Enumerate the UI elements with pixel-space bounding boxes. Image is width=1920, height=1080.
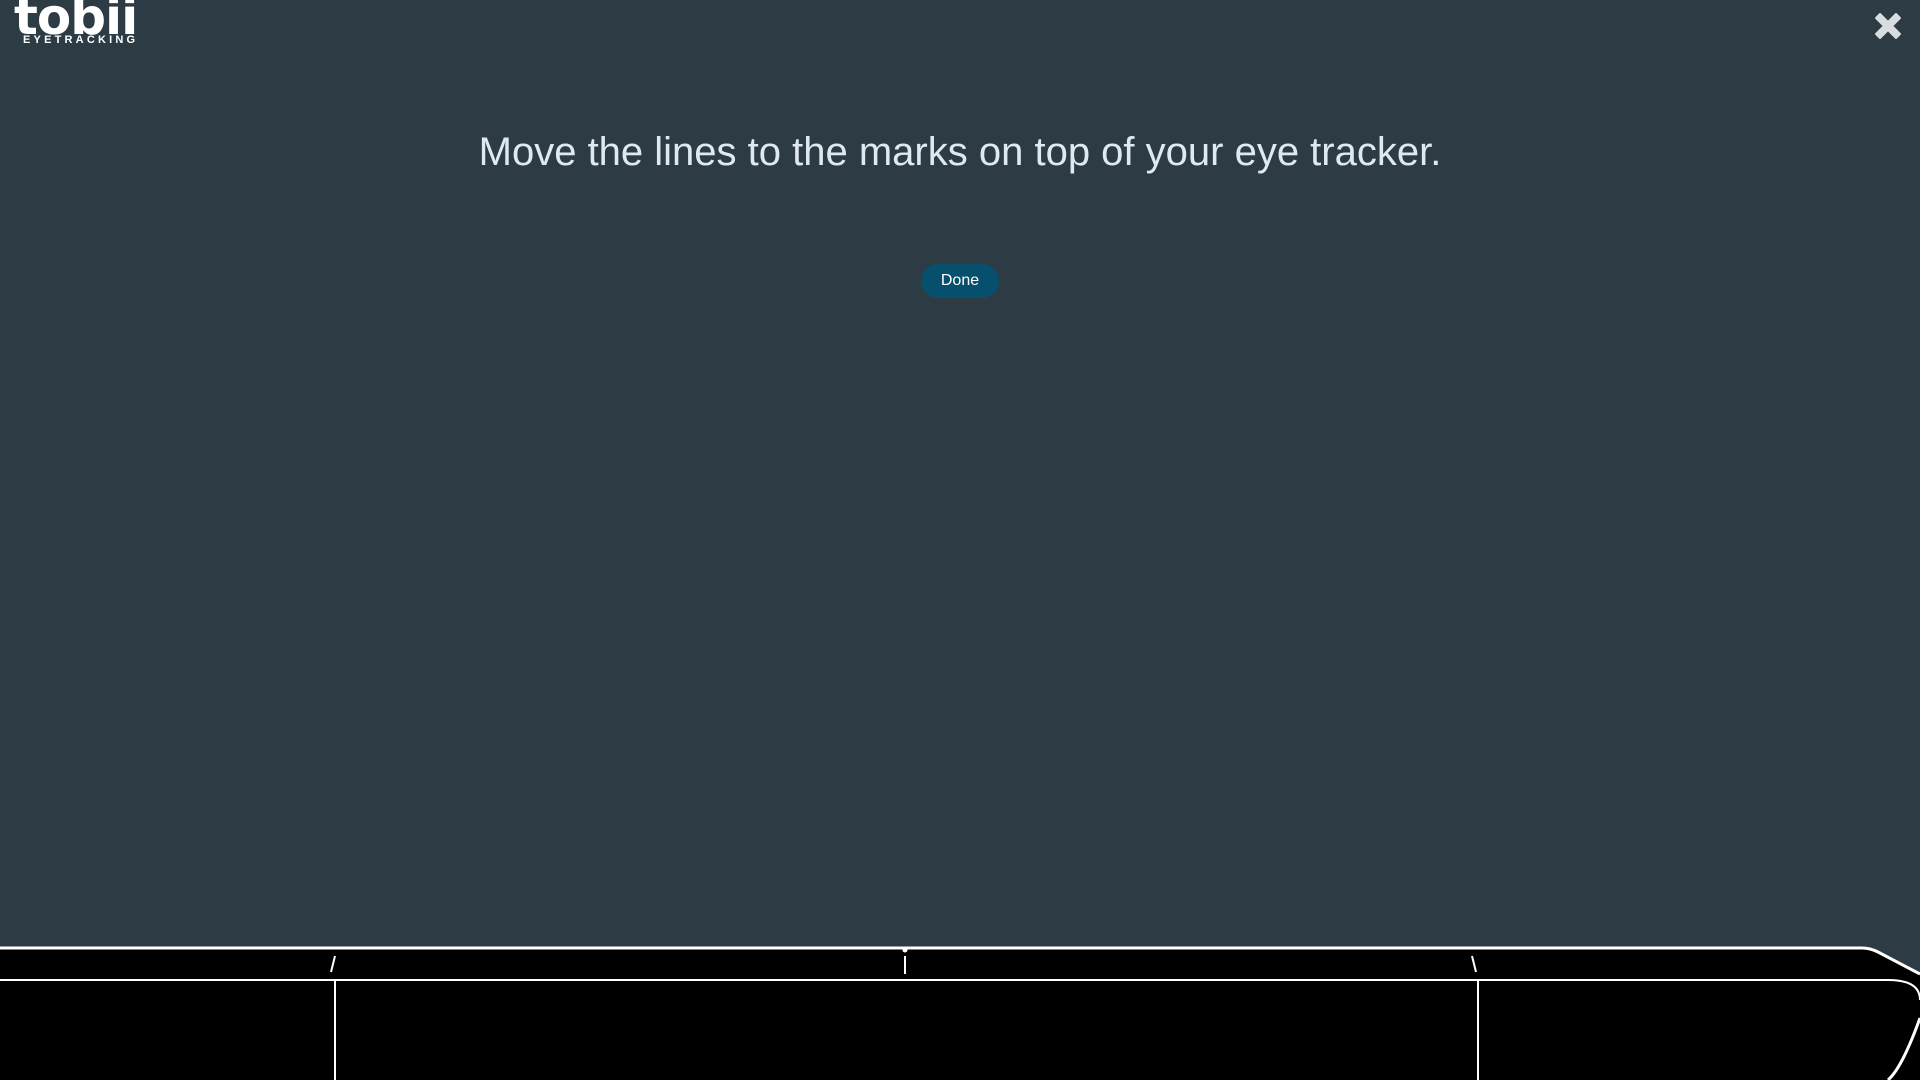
eye-tracker-graphic <box>0 940 1920 1080</box>
center-dot <box>902 947 908 953</box>
close-button[interactable] <box>1868 6 1908 46</box>
eye-tracker-outline <box>0 946 1920 1080</box>
eye-tracker-setup-screen: tobii EYETRACKING Move the lines to the … <box>0 0 1920 1080</box>
tobii-logo: tobii EYETRACKING <box>14 0 194 50</box>
logo-tagline: EYETRACKING <box>23 34 139 46</box>
done-button[interactable]: Done <box>921 264 999 298</box>
close-icon <box>1875 13 1901 39</box>
instruction-text: Move the lines to the marks on top of yo… <box>478 130 1442 174</box>
